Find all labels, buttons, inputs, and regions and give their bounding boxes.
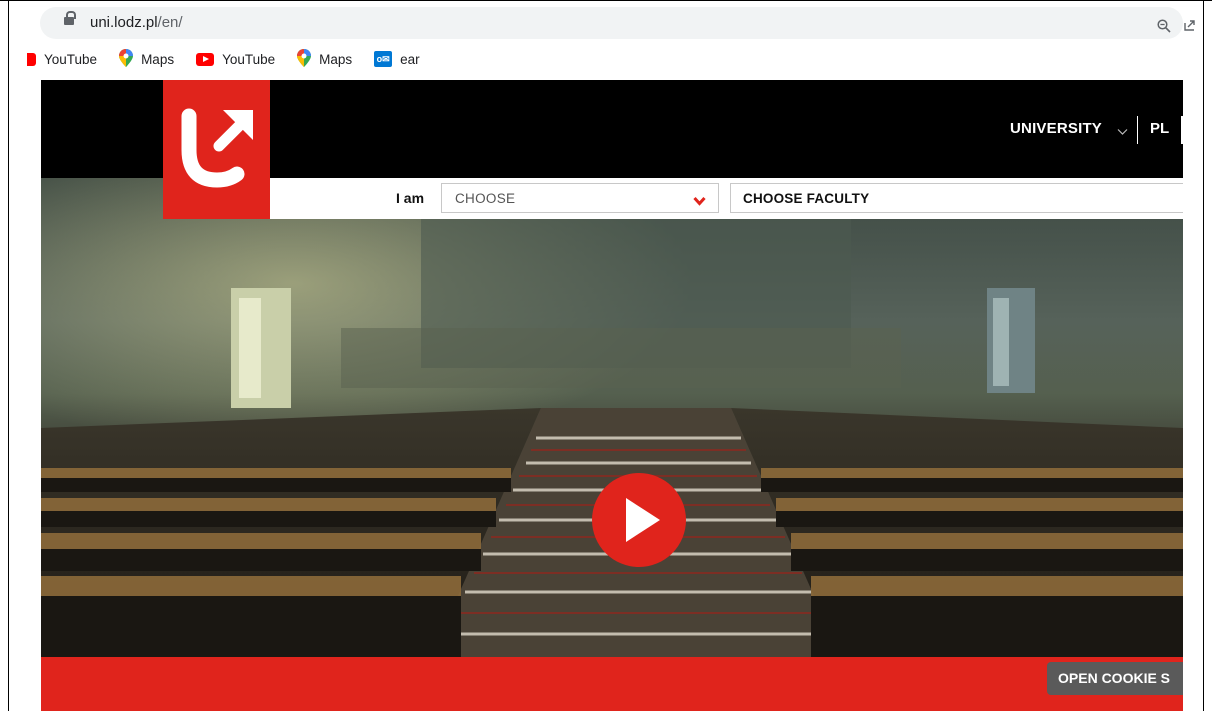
hero-video[interactable]: [41, 178, 1183, 657]
url-domain: uni.lodz.pl: [90, 14, 158, 31]
bookmark-outlook[interactable]: o✉ ear: [374, 51, 420, 67]
url-path: /en/: [157, 14, 183, 31]
frame-border-right: [1203, 0, 1204, 711]
url-text[interactable]: uni.lodz.pl/en/: [90, 14, 183, 31]
address-bar[interactable]: uni.lodz.pl/en/: [40, 7, 1195, 39]
nav-divider: [1137, 116, 1138, 144]
lock-icon[interactable]: [64, 11, 76, 25]
bookmark-maps-1[interactable]: Maps: [119, 48, 175, 70]
bookmark-youtube-2[interactable]: YouTube: [196, 52, 275, 67]
bookmark-maps-2[interactable]: Maps: [297, 48, 353, 70]
iam-label: I am: [396, 190, 425, 206]
nav-divider: [1181, 116, 1183, 144]
open-cookie-settings-button[interactable]: OPEN COOKIE S: [1047, 662, 1183, 695]
youtube-icon: [196, 52, 215, 66]
bookmark-label: Maps: [319, 51, 353, 67]
bookmark-youtube-1[interactable]: YouTube: [27, 51, 98, 67]
bookmark-label: YouTube: [44, 51, 98, 67]
share-icon[interactable]: [1183, 18, 1195, 37]
maps-icon: [119, 48, 134, 70]
frame-border-left: [8, 0, 9, 711]
play-icon[interactable]: [592, 473, 686, 567]
language-switch-pl[interactable]: PL: [1150, 120, 1169, 137]
lecture-hall-image: [41, 178, 1183, 657]
chevron-down-icon[interactable]: [1117, 123, 1128, 141]
outlook-icon: o✉: [374, 51, 393, 67]
faculty-select-value: CHOOSE FACULTY: [743, 191, 870, 206]
chooser-bar: I am CHOOSE CHOOSE FACULTY: [270, 178, 1183, 219]
role-select[interactable]: CHOOSE: [441, 183, 719, 213]
chevron-down-icon: [693, 193, 706, 211]
frame-border-top: [0, 0, 1212, 1]
website-viewport: UNIVERSITY PL I am CHOOSE CHOOSE FACULTY: [41, 80, 1183, 711]
maps-icon: [297, 48, 312, 70]
youtube-icon: [27, 52, 36, 66]
bookmark-label: YouTube: [222, 51, 276, 67]
role-select-value: CHOOSE: [455, 191, 516, 206]
bookmark-label: ear: [400, 51, 420, 67]
red-footer-band: [41, 657, 1183, 711]
zoom-icon[interactable]: [1157, 19, 1171, 38]
faculty-select[interactable]: CHOOSE FACULTY: [730, 183, 1183, 213]
bookmark-label: Maps: [141, 51, 175, 67]
university-logo[interactable]: [163, 80, 270, 219]
nav-university[interactable]: UNIVERSITY: [1010, 120, 1102, 137]
bookmarks-bar: YouTube Maps YouTube Maps o✉ ear: [27, 48, 442, 70]
logo-mark-icon: [181, 108, 253, 188]
